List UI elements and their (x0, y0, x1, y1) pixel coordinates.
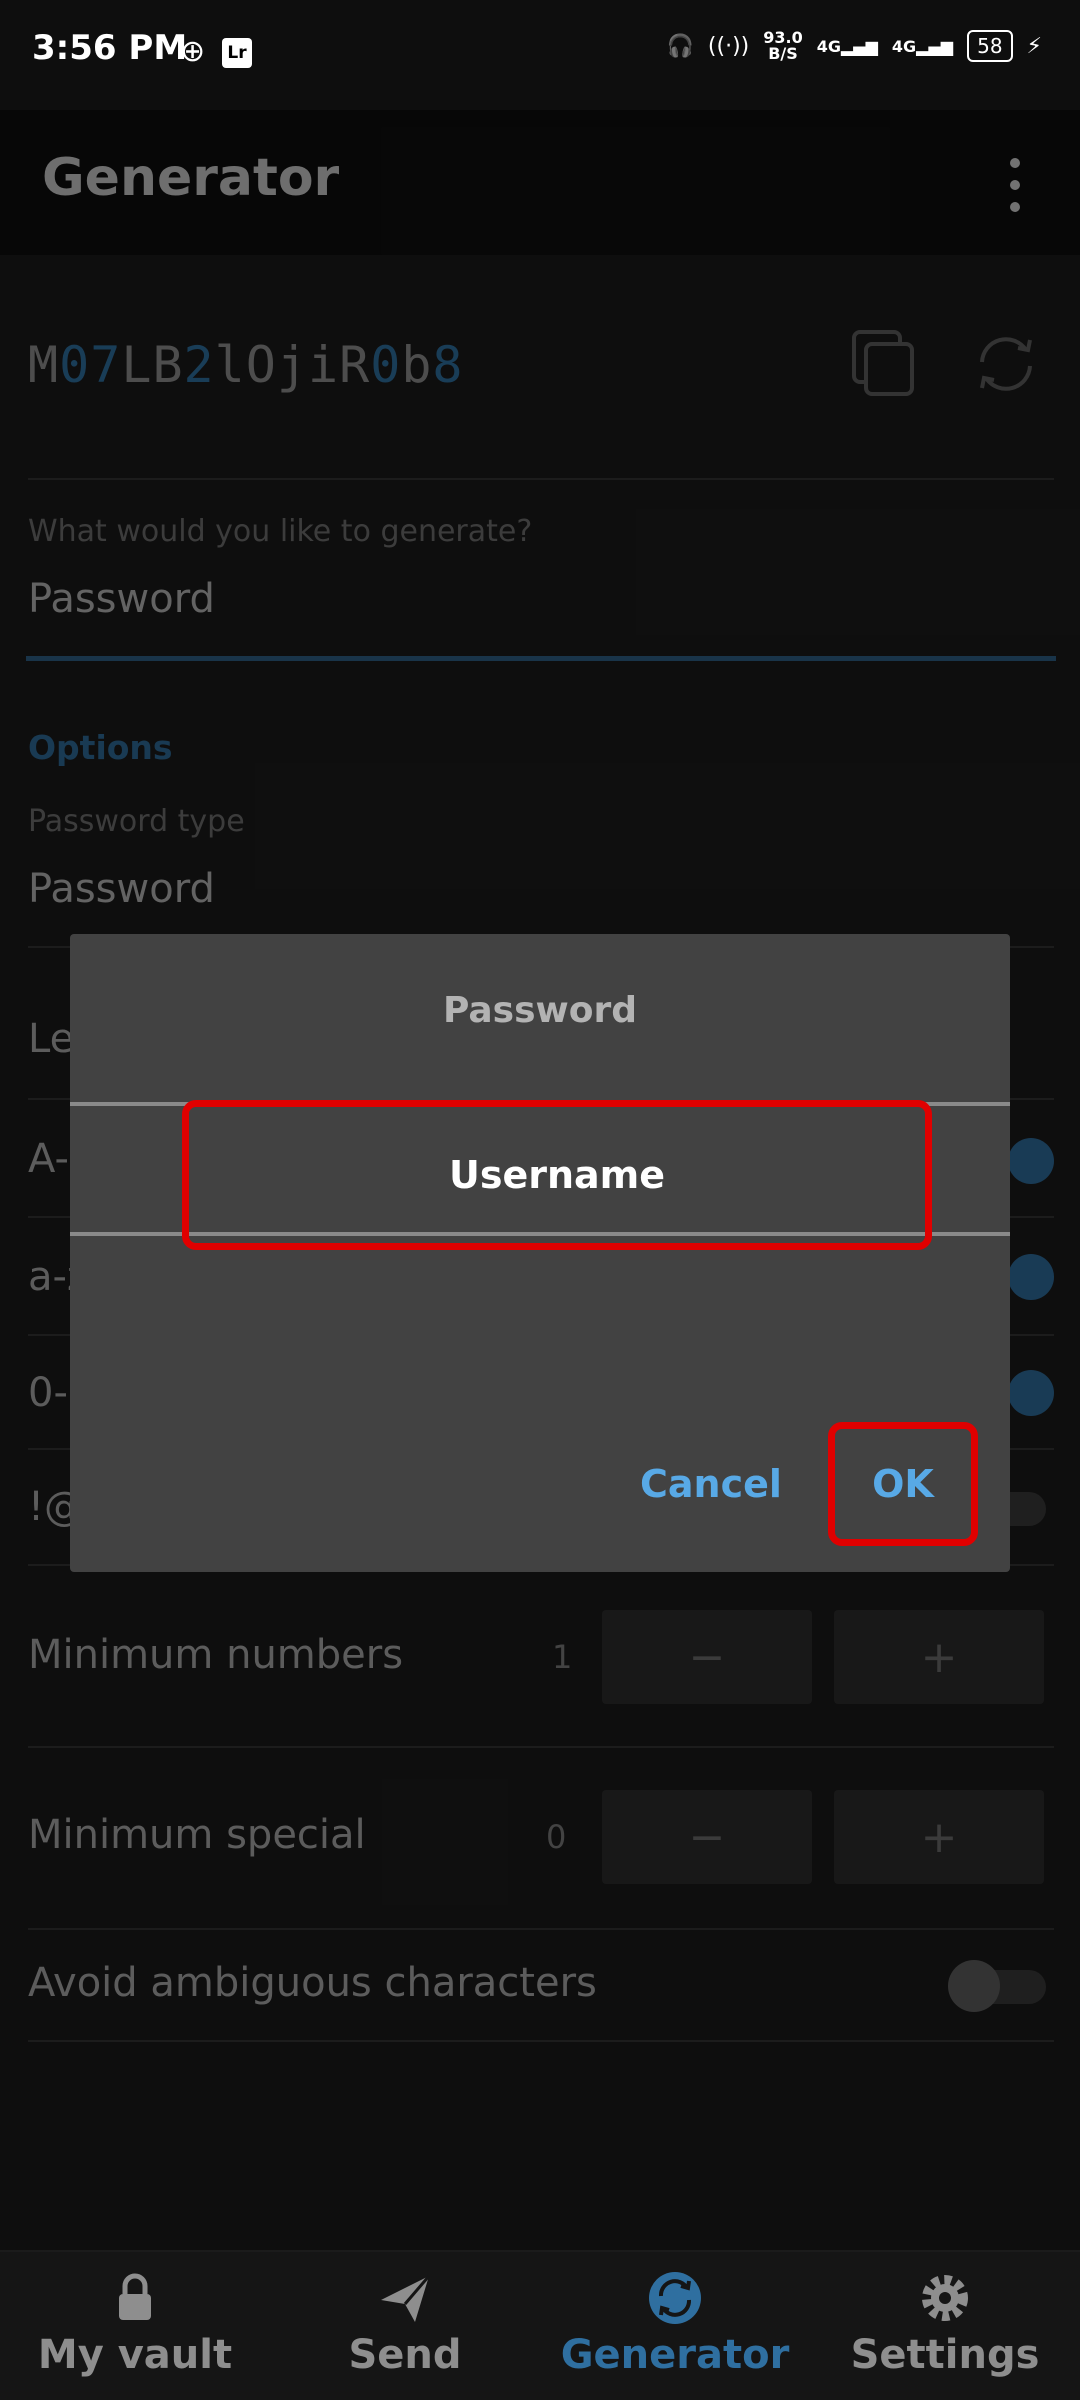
gear-icon (922, 2275, 968, 2321)
ok-button[interactable]: OK (828, 1422, 978, 1546)
network-speed: 93.0 B/S (763, 28, 803, 63)
nav-label: Send (348, 2332, 462, 2378)
signal-1-icon: 4G▂▄▆ (816, 36, 878, 56)
lightroom-icon: Lr (222, 38, 252, 68)
nav-send[interactable]: Send (270, 2270, 540, 2378)
nav-my-vault[interactable]: My vault (0, 2270, 270, 2378)
headphones-icon: 🎧 (666, 33, 694, 59)
hotspot-icon: ((·)) (707, 33, 750, 59)
send-icon (381, 2275, 431, 2322)
nav-label: My vault (37, 2332, 233, 2378)
dialog-title: Password (442, 990, 638, 1031)
nav-settings[interactable]: Settings (810, 2270, 1080, 2378)
cancel-button[interactable]: Cancel (640, 1462, 782, 1506)
signal-2-icon: 4G▂▄▆ (891, 36, 954, 56)
nav-generator[interactable]: Generator (540, 2270, 810, 2378)
status-indicators: 🎧 ((·)) 93.0 B/S 4G▂▄▆ 4G▂▄▆ 58 ⚡ (666, 28, 1042, 63)
charging-icon: ⚡ (1026, 33, 1042, 59)
notification-icon: ⊕ (180, 34, 206, 69)
username-option[interactable]: Username (182, 1100, 932, 1250)
status-time: 3:56 PM (32, 28, 188, 68)
generator-icon (649, 2272, 701, 2324)
nav-label: Settings (850, 2332, 1040, 2378)
nav-label: Generator (560, 2332, 790, 2378)
lock-icon (119, 2273, 151, 2320)
battery-level: 58 (967, 30, 1013, 62)
